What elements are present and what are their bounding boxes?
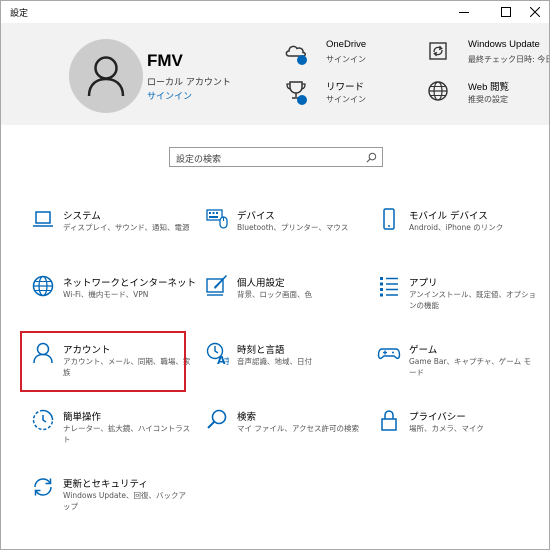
category-desc: 音声認識、地域、日付 [237, 357, 312, 366]
web-sub: 推奨の設定 [468, 95, 508, 104]
minimize-button[interactable] [447, 1, 481, 23]
game-controller-icon [377, 348, 401, 360]
rewards-item[interactable]: リワード サインイン [284, 79, 414, 113]
paint-brush-icon [206, 275, 227, 296]
category-title: 個人用設定 [237, 278, 285, 289]
category-desc: Windows Update、回復、バックアップ [63, 491, 187, 511]
category-time-language[interactable]: A 字 時刻と言語 音声認識、地域、日付 [193, 341, 363, 397]
category-system[interactable]: システム ディスプレイ、サウンド、通知、電源 [19, 207, 190, 263]
window-title: 設定 [10, 9, 29, 19]
web-title: Web 閲覧 [468, 82, 510, 93]
category-desc: 場所、カメラ、マイク [409, 424, 484, 433]
signin-link[interactable]: サインイン [147, 89, 192, 102]
category-desc: アンインストール、既定値、オプションの機能 [409, 290, 537, 310]
globe-icon [32, 275, 54, 297]
update-sub: 最終チェック日時: 今日 [468, 55, 550, 64]
magnifier-icon [207, 409, 227, 429]
onedrive-title: OneDrive [326, 39, 367, 50]
keyboard-icon [206, 209, 228, 229]
minimize-icon [459, 12, 469, 13]
category-mobile-devices[interactable]: モバイル デバイス Android、iPhone のリンク [365, 207, 535, 263]
user-name: FMV [147, 51, 183, 70]
sync-icon [429, 42, 447, 60]
search-icon [366, 152, 377, 163]
category-devices[interactable]: デバイス Bluetooth、プリンター、マウス [193, 207, 363, 263]
lock-icon [381, 410, 397, 431]
category-search[interactable]: 検索 マイ ファイル、アクセス許可の検索 [193, 408, 363, 464]
close-icon [530, 7, 540, 17]
category-apps[interactable]: アプリ アンインストール、既定値、オプションの機能 [365, 274, 537, 330]
category-desc: マイ ファイル、アクセス許可の検索 [237, 424, 360, 433]
status-dot [297, 95, 307, 105]
category-ease-of-access[interactable]: 簡単操作 ナレーター、拡大鏡、ハイコントラスト [19, 408, 191, 464]
category-title: ネットワークとインターネット [63, 278, 197, 289]
search-placeholder: 設定の検索 [176, 155, 222, 165]
category-network[interactable]: ネットワークとインターネット Wi-Fi、機内モード、VPN [19, 274, 196, 330]
svg-text:字: 字 [224, 356, 229, 365]
rewards-sub: サインイン [326, 95, 366, 104]
category-title: デバイス [237, 211, 275, 222]
time-language-icon: A 字 [206, 342, 229, 365]
category-title: アプリ [409, 278, 438, 289]
category-title: プライバシー [409, 412, 466, 423]
user-avatar-icon [87, 56, 125, 97]
category-title: 検索 [237, 412, 257, 423]
onedrive-sub: サインイン [326, 55, 366, 64]
rewards-title: リワード [326, 82, 365, 93]
category-desc: 背景、ロック画面、色 [237, 290, 312, 299]
category-personalization[interactable]: 個人用設定 背景、ロック画面、色 [193, 274, 363, 330]
search-input[interactable]: 設定の検索 [169, 147, 383, 167]
sync-icon [34, 478, 52, 496]
category-gaming[interactable]: ゲーム Game Bar、キャプチャ、ゲーム モード [365, 341, 535, 397]
category-title: 更新とセキュリティ [63, 479, 148, 490]
category-title: ゲーム [409, 345, 438, 356]
category-title: モバイル デバイス [409, 211, 488, 222]
onedrive-item[interactable]: OneDrive サインイン [284, 39, 414, 73]
phone-icon [383, 208, 395, 230]
category-title: システム [63, 211, 101, 222]
category-title: 時刻と言語 [237, 345, 285, 356]
maximize-button[interactable] [489, 1, 523, 23]
category-desc: ディスプレイ、サウンド、通知、電源 [63, 223, 190, 232]
apps-list-icon [380, 277, 398, 297]
category-privacy[interactable]: プライバシー 場所、カメラ、マイク [365, 408, 535, 464]
account-type: ローカル アカウント [147, 78, 231, 88]
globe-icon [428, 81, 448, 101]
update-title: Windows Update [468, 39, 540, 50]
web-browsing-item[interactable]: Web 閲覧 推奨の設定 [426, 79, 548, 113]
highlight-box [20, 331, 186, 392]
category-update-security[interactable]: 更新とセキュリティ Windows Update、回復、バックアップ [19, 475, 189, 531]
laptop-icon [33, 211, 53, 227]
category-desc: Android、iPhone のリンク [409, 223, 504, 232]
windows-update-item[interactable]: Windows Update 最終チェック日時: 今日 [426, 39, 550, 73]
category-desc: Bluetooth、プリンター、マウス [237, 223, 349, 232]
settings-window: 設定 FMV ローカル アカウント サインイン OneDrive サインイン リ… [0, 0, 550, 550]
category-desc: Wi-Fi、機内モード、VPN [63, 290, 149, 299]
ease-of-access-icon [32, 409, 54, 431]
title-bar: 設定 [1, 1, 549, 23]
status-dot [297, 55, 307, 65]
category-title: 簡単操作 [63, 412, 102, 423]
category-desc: Game Bar、キャプチャ、ゲーム モード [409, 357, 531, 377]
maximize-icon [501, 7, 511, 17]
avatar[interactable] [69, 39, 143, 113]
account-header: FMV ローカル アカウント サインイン OneDrive サインイン リワード… [1, 23, 549, 125]
close-button[interactable] [521, 1, 549, 23]
category-desc: ナレーター、拡大鏡、ハイコントラスト [63, 424, 191, 444]
